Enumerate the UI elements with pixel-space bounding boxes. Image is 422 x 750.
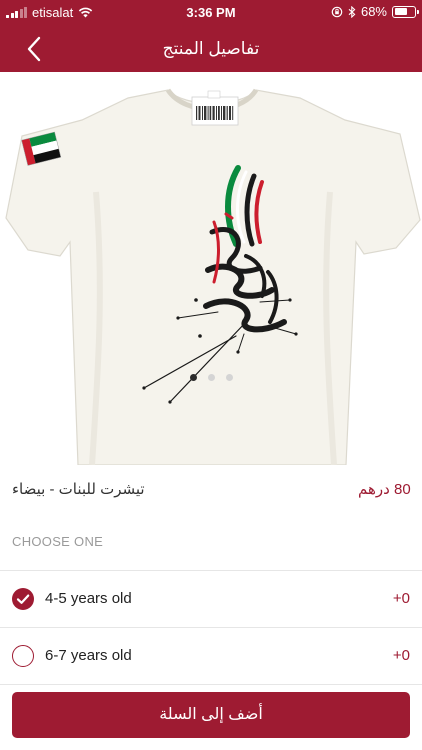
option-6-7-years[interactable]: 6-7 years old +0 [0,628,422,684]
product-image [5,88,421,465]
barcode-tag [191,90,239,126]
radio-unchecked-icon[interactable] [12,645,34,667]
tshirt-shape [5,89,421,465]
status-bar: etisalat 3:36 PM 68% [0,0,422,26]
divider [0,684,422,685]
orientation-lock-icon [331,6,343,17]
option-label: 6-7 years old [45,647,132,664]
option-label: 4-5 years old [45,590,132,607]
option-price-delta: +0 [392,647,410,664]
product-info: تيشرت للبنات - بيضاء 80 درهم [0,470,422,510]
battery-percent: 68% [360,4,387,19]
product-name: تيشرت للبنات - بيضاء [12,481,145,498]
nav-bar: تفاصيل المنتج [0,26,422,72]
product-image-gallery[interactable] [0,72,422,465]
gallery-dot[interactable] [225,374,233,381]
status-right: 68% [331,4,419,19]
product-price: 80 درهم [358,481,411,498]
option-price-delta: +0 [392,590,410,607]
add-to-cart-button[interactable]: أضف إلى السلة [12,692,410,738]
page-title: تفاصيل المنتج [162,39,260,58]
gallery-page-indicator[interactable] [0,374,422,381]
radio-checked-icon[interactable] [12,588,34,610]
bluetooth-icon [348,5,356,18]
options-section-title: CHOOSE ONE [12,534,104,549]
battery-icon [392,5,419,18]
option-4-5-years[interactable]: 4-5 years old +0 [0,571,422,627]
gallery-dot[interactable] [189,374,197,381]
gallery-dot[interactable] [207,374,215,381]
